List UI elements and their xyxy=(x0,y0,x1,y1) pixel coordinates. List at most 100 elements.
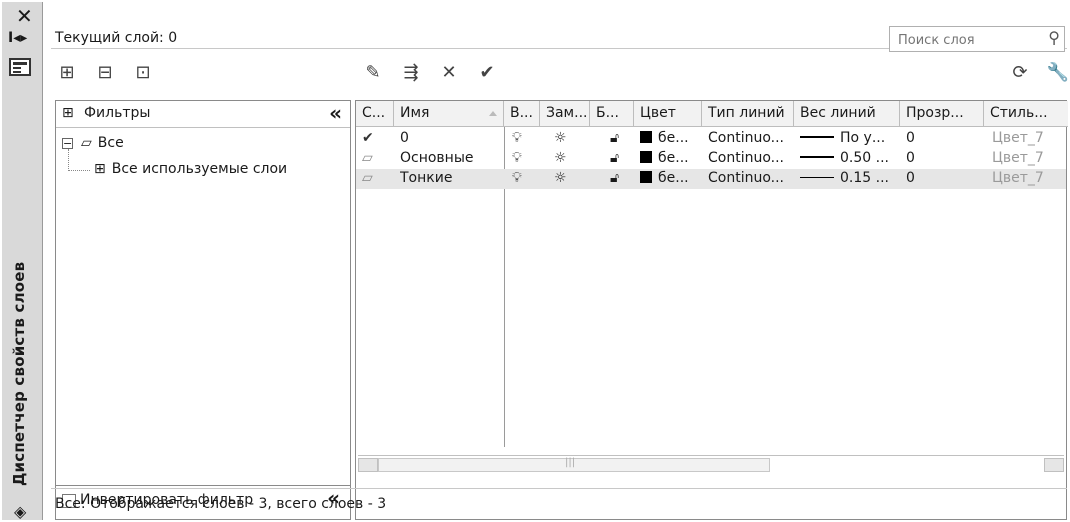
color-swatch xyxy=(640,131,652,143)
grip-icon: ||| xyxy=(565,457,576,468)
layer-color[interactable]: бе... xyxy=(640,130,689,146)
layer-toolbar: ✎ ⇶ ✕ ✔ xyxy=(361,60,499,84)
auto-hide-icon[interactable]: I◂▸ xyxy=(8,30,27,46)
scroll-left-button[interactable] xyxy=(358,458,378,472)
layer-states-manager-icon[interactable]: ⊡ xyxy=(131,60,155,84)
refresh-icon[interactable]: ⟳ xyxy=(1008,60,1032,84)
color-name: бе... xyxy=(658,150,689,166)
layer-properties-palette: ✕ I◂▸ Диспетчер свойств слоев ◈ Текущий … xyxy=(2,2,1070,521)
layer-linetype[interactable]: Continuo... xyxy=(708,150,784,166)
layer-plotstyle: Цвет_7 xyxy=(992,130,1044,146)
layer-list: С... Имя В... Зам... Б... Цвет Тип линий… xyxy=(355,100,1068,520)
layer-lineweight[interactable]: 0.50 ... xyxy=(800,150,889,166)
layer-search-input[interactable] xyxy=(896,28,1030,52)
tree-node-label: Все xyxy=(97,135,124,151)
column-header-on[interactable]: В... xyxy=(504,101,540,127)
filters-title: Фильтры xyxy=(84,105,151,121)
layer-search-box[interactable]: ⚲ xyxy=(889,26,1065,52)
scroll-thumb[interactable]: ||| xyxy=(378,457,770,472)
lineweight-value: По у... xyxy=(840,130,886,146)
collapse-filters-icon[interactable]: « xyxy=(329,101,342,125)
layer-lineweight[interactable]: 0.15 ... xyxy=(800,170,889,186)
current-layer-check-icon: ✔ xyxy=(362,130,374,146)
filters-panel: ⊞ Фильтры « − ▱ Все ⊞ Все используемые слои xyxy=(55,100,351,486)
color-swatch xyxy=(640,151,652,163)
settings-wrench-icon[interactable]: 🔧 xyxy=(1046,60,1070,84)
column-header-status[interactable]: С... xyxy=(356,101,394,127)
layer-transparency[interactable]: 0 xyxy=(906,170,915,186)
table-row[interactable]: ▱ Тонкие 💡︎ ☼ 🔓︎ бе... Continuo... 0.15 … xyxy=(356,169,1066,189)
layer-color[interactable]: бе... xyxy=(640,170,689,186)
layer-name[interactable]: Основные xyxy=(400,150,474,166)
layer-linetype[interactable]: Continuo... xyxy=(708,130,784,146)
sun-thawed-icon[interactable]: ☼ xyxy=(554,170,567,186)
properties-icon[interactable] xyxy=(9,58,31,76)
palette-title-strip: ✕ I◂▸ Диспетчер свойств слоев ◈ xyxy=(2,2,43,521)
tree-node-all[interactable]: − ▱ Все xyxy=(62,135,124,151)
status-divider xyxy=(51,488,1067,489)
lineweight-sample xyxy=(800,177,834,178)
horizontal-scrollbar[interactable]: ||| xyxy=(358,455,1064,474)
delete-layer-icon[interactable]: ✕ xyxy=(437,60,461,84)
column-header-lock[interactable]: Б... xyxy=(590,101,634,127)
new-group-filter-icon[interactable]: ⊟ xyxy=(93,60,117,84)
layer-linetype[interactable]: Continuo... xyxy=(708,170,784,186)
new-layer-icon[interactable]: ✎ xyxy=(361,60,385,84)
layer-lineweight[interactable]: По у... xyxy=(800,130,885,146)
status-text: Все: Отображается слоев - 3, всего слоев… xyxy=(55,496,387,512)
layer-transparency[interactable]: 0 xyxy=(906,130,915,146)
filter-toolbar: ⊞ ⊟ ⊡ xyxy=(55,60,155,84)
layer-stack-icon: ◈ xyxy=(14,502,27,521)
unlock-icon[interactable]: 🔓︎ xyxy=(610,130,619,146)
bulb-on-icon[interactable]: 💡︎ xyxy=(512,130,522,146)
filter-icon: ⊞ xyxy=(94,161,106,177)
layer-name[interactable]: 0 xyxy=(400,130,409,146)
filters-header: ⊞ Фильтры « xyxy=(56,101,350,128)
scroll-right-button[interactable] xyxy=(1044,458,1064,472)
tree-node-label: Все используемые слои xyxy=(111,161,288,177)
new-property-filter-icon[interactable]: ⊞ xyxy=(55,60,79,84)
lineweight-sample xyxy=(800,156,834,158)
refresh-settings-toolbar: ⟳ 🔧 xyxy=(1008,60,1070,84)
color-swatch xyxy=(640,171,652,183)
current-layer-label: Текущий слой: 0 xyxy=(55,30,178,46)
column-header-transparency[interactable]: Прозр... xyxy=(900,101,984,127)
palette-main: Текущий слой: 0 ⚲ ⊞ ⊟ ⊡ ✎ ⇶ ✕ ✔ ⟳ 🔧 ⊞ Фи… xyxy=(43,2,1070,520)
column-header-color[interactable]: Цвет xyxy=(634,101,702,127)
unlock-icon[interactable]: 🔓︎ xyxy=(610,150,619,166)
filter-icon: ⊞ xyxy=(62,105,74,121)
bulb-on-icon[interactable]: 💡︎ xyxy=(512,170,522,186)
layer-list-header: С... Имя В... Зам... Б... Цвет Тип линий… xyxy=(356,101,1068,127)
column-header-freeze[interactable]: Зам... xyxy=(540,101,590,127)
tree-connector xyxy=(68,170,90,171)
set-current-icon[interactable]: ✔ xyxy=(475,60,499,84)
lineweight-value: 0.15 ... xyxy=(840,170,889,186)
new-layer-vp-frozen-icon[interactable]: ⇶ xyxy=(399,60,423,84)
table-row[interactable]: ✔ 0 💡︎ ☼ 🔓︎ бе... Continuo... По у... 0 … xyxy=(356,129,1066,149)
lineweight-value: 0.50 ... xyxy=(840,150,889,166)
collapse-node-icon[interactable]: − xyxy=(62,137,73,149)
layer-color[interactable]: бе... xyxy=(640,150,689,166)
unlock-icon[interactable]: 🔓︎ xyxy=(610,170,619,186)
layer-status-icon: ▱ xyxy=(362,170,373,186)
layer-plotstyle: Цвет_7 xyxy=(992,170,1044,186)
layer-name[interactable]: Тонкие xyxy=(400,170,452,186)
lineweight-sample xyxy=(800,136,834,138)
column-header-name[interactable]: Имя xyxy=(394,101,504,127)
search-icon[interactable]: ⚲ xyxy=(1048,28,1060,47)
table-row[interactable]: ▱ Основные 💡︎ ☼ 🔓︎ бе... Continuo... 0.5… xyxy=(356,149,1066,169)
layers-icon: ▱ xyxy=(81,135,92,151)
tree-node-used-layers[interactable]: ⊞ Все используемые слои xyxy=(94,161,287,177)
column-header-linetype[interactable]: Тип линий xyxy=(702,101,794,127)
column-header-lineweight[interactable]: Вес линий xyxy=(794,101,900,127)
sun-thawed-icon[interactable]: ☼ xyxy=(554,150,567,166)
layer-transparency[interactable]: 0 xyxy=(906,150,915,166)
color-name: бе... xyxy=(658,130,689,146)
tree-connector xyxy=(68,149,69,171)
close-icon[interactable]: ✕ xyxy=(16,4,33,28)
layer-plotstyle: Цвет_7 xyxy=(992,150,1044,166)
column-header-plotstyle[interactable]: Стиль... xyxy=(984,101,1068,127)
color-name: бе... xyxy=(658,170,689,186)
bulb-on-icon[interactable]: 💡︎ xyxy=(512,150,522,166)
sun-thawed-icon[interactable]: ☼ xyxy=(554,130,567,146)
